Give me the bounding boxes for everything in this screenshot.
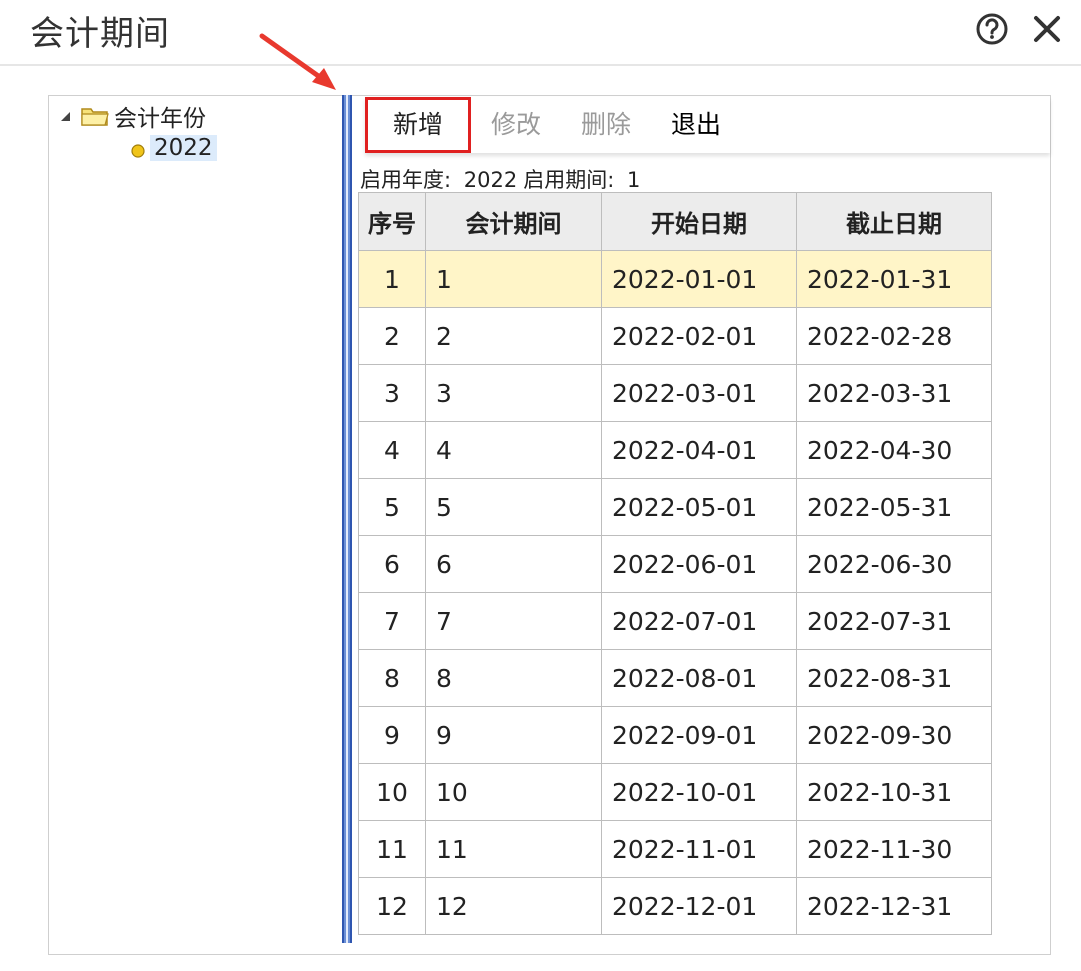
header-start-date[interactable]: 开始日期	[601, 192, 797, 251]
table-row[interactable]: 1 1 2022-01-01 2022-01-31	[358, 250, 992, 308]
enable-period-value: 1	[626, 168, 641, 192]
cell-period[interactable]: 10	[425, 763, 602, 821]
table-row[interactable]: 11 11 2022-11-01 2022-11-30	[358, 820, 992, 878]
cell-start-date[interactable]: 2022-04-01	[601, 421, 797, 479]
header-seq[interactable]: 序号	[358, 192, 426, 251]
table-row[interactable]: 4 4 2022-04-01 2022-04-30	[358, 421, 992, 479]
cell-seq[interactable]: 4	[358, 421, 426, 479]
table-row[interactable]: 9 9 2022-09-01 2022-09-30	[358, 706, 992, 764]
dialog-title: 会计期间	[30, 14, 170, 54]
edit-button[interactable]: 修改	[471, 97, 561, 153]
table-row[interactable]: 5 5 2022-05-01 2022-05-31	[358, 478, 992, 536]
close-icon[interactable]	[1030, 12, 1064, 46]
cell-start-date[interactable]: 2022-08-01	[601, 649, 797, 707]
cell-start-date[interactable]: 2022-09-01	[601, 706, 797, 764]
enable-year-label: 启用年度:	[360, 168, 452, 192]
cell-seq[interactable]: 2	[358, 307, 426, 365]
table-row[interactable]: 12 12 2022-12-01 2022-12-31	[358, 877, 992, 935]
cell-end-date[interactable]: 2022-12-31	[796, 877, 992, 935]
cell-period[interactable]: 12	[425, 877, 602, 935]
cell-seq[interactable]: 1	[358, 250, 426, 308]
cell-period[interactable]: 2	[425, 307, 602, 365]
panel-splitter[interactable]	[342, 95, 352, 943]
cell-seq[interactable]: 7	[358, 592, 426, 650]
header-period[interactable]: 会计期间	[425, 192, 602, 251]
enable-info: 启用年度: 2022 启用期间: 1	[360, 164, 646, 194]
cell-seq[interactable]: 5	[358, 478, 426, 536]
cell-start-date[interactable]: 2022-12-01	[601, 877, 797, 935]
title-divider	[0, 64, 1081, 66]
cell-period[interactable]: 5	[425, 478, 602, 536]
table-row[interactable]: 2 2 2022-02-01 2022-02-28	[358, 307, 992, 365]
cell-seq[interactable]: 8	[358, 649, 426, 707]
cell-period[interactable]: 8	[425, 649, 602, 707]
cell-start-date[interactable]: 2022-06-01	[601, 535, 797, 593]
exit-button[interactable]: 退出	[651, 97, 741, 153]
cell-period[interactable]: 3	[425, 364, 602, 422]
cell-end-date[interactable]: 2022-06-30	[796, 535, 992, 593]
cell-end-date[interactable]: 2022-05-31	[796, 478, 992, 536]
cell-period[interactable]: 7	[425, 592, 602, 650]
table-row[interactable]: 3 3 2022-03-01 2022-03-31	[358, 364, 992, 422]
enable-period-label: 启用期间:	[523, 168, 615, 192]
cell-seq[interactable]: 9	[358, 706, 426, 764]
tree-root-label: 会计年份	[114, 106, 206, 132]
expand-triangle-icon[interactable]	[58, 108, 74, 124]
cell-start-date[interactable]: 2022-01-01	[601, 250, 797, 308]
cell-seq[interactable]: 10	[358, 763, 426, 821]
cell-start-date[interactable]: 2022-05-01	[601, 478, 797, 536]
cell-period[interactable]: 11	[425, 820, 602, 878]
toolbar: 新增 修改 删除 退出	[365, 97, 1050, 153]
cell-end-date[interactable]: 2022-07-31	[796, 592, 992, 650]
delete-button[interactable]: 删除	[561, 97, 651, 153]
cell-start-date[interactable]: 2022-11-01	[601, 820, 797, 878]
cell-start-date[interactable]: 2022-02-01	[601, 307, 797, 365]
cell-end-date[interactable]: 2022-08-31	[796, 649, 992, 707]
tree-node-dot-icon	[131, 144, 145, 158]
cell-end-date[interactable]: 2022-10-31	[796, 763, 992, 821]
cell-seq[interactable]: 3	[358, 364, 426, 422]
tree-child-label: 2022	[150, 135, 217, 161]
tree-node-root[interactable]: 会计年份	[58, 99, 206, 133]
help-circle-icon[interactable]	[975, 12, 1009, 46]
cell-end-date[interactable]: 2022-09-30	[796, 706, 992, 764]
cell-start-date[interactable]: 2022-03-01	[601, 364, 797, 422]
table-row[interactable]: 10 10 2022-10-01 2022-10-31	[358, 763, 992, 821]
cell-period[interactable]: 6	[425, 535, 602, 593]
cell-period[interactable]: 4	[425, 421, 602, 479]
enable-year-value: 2022	[463, 168, 518, 192]
table-row[interactable]: 7 7 2022-07-01 2022-07-31	[358, 592, 992, 650]
cell-end-date[interactable]: 2022-11-30	[796, 820, 992, 878]
tree-node-year[interactable]: 2022	[130, 135, 217, 161]
table-row[interactable]: 6 6 2022-06-01 2022-06-30	[358, 535, 992, 593]
cell-end-date[interactable]: 2022-03-31	[796, 364, 992, 422]
cell-seq[interactable]: 12	[358, 877, 426, 935]
cell-seq[interactable]: 6	[358, 535, 426, 593]
cell-end-date[interactable]: 2022-01-31	[796, 250, 992, 308]
cell-end-date[interactable]: 2022-04-30	[796, 421, 992, 479]
add-button[interactable]: 新增	[365, 97, 472, 153]
cell-end-date[interactable]: 2022-02-28	[796, 307, 992, 365]
cell-start-date[interactable]: 2022-10-01	[601, 763, 797, 821]
cell-seq[interactable]: 11	[358, 820, 426, 878]
table-row[interactable]: 8 8 2022-08-01 2022-08-31	[358, 649, 992, 707]
header-end-date[interactable]: 截止日期	[796, 192, 992, 251]
cell-start-date[interactable]: 2022-07-01	[601, 592, 797, 650]
period-table: 序号 会计期间 开始日期 截止日期 1 1 2022-01-01 2022-01-31…	[358, 192, 992, 935]
cell-period[interactable]: 1	[425, 250, 602, 308]
cell-period[interactable]: 9	[425, 706, 602, 764]
folder-icon	[81, 108, 109, 126]
table-header-row: 序号 会计期间 开始日期 截止日期	[358, 192, 992, 251]
annotation-arrow-icon	[259, 33, 336, 90]
